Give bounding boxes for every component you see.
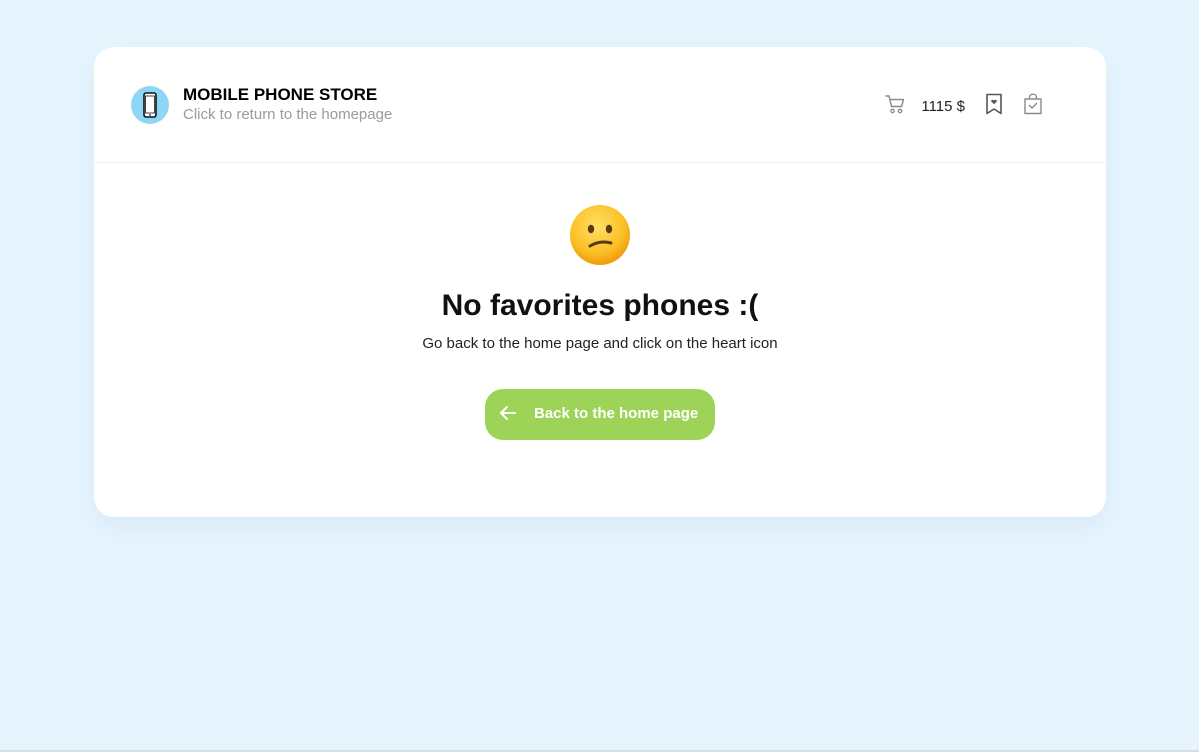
confused-face-emoji [568, 203, 632, 267]
shopping-bag-check-icon [1023, 93, 1043, 120]
header-actions: 1115 $ [885, 93, 1043, 120]
main-card: MOBILE PHONE STORE Click to return to th… [94, 47, 1106, 517]
cart-button[interactable]: 1115 $ [885, 94, 965, 119]
empty-description: Go back to the home page and click on th… [422, 335, 778, 352]
brand-subtitle: Click to return to the homepage [183, 106, 393, 123]
back-to-home-button[interactable]: Back to the home page [485, 389, 715, 440]
arrow-left-icon [499, 405, 517, 424]
bookmark-icon [985, 93, 1003, 120]
empty-state: No favorites phones :( Go back to the ho… [94, 163, 1106, 440]
mobile-phone-icon [131, 86, 169, 124]
orders-button[interactable] [1023, 93, 1043, 120]
home-link[interactable]: MOBILE PHONE STORE Click to return to th… [131, 85, 392, 125]
brand-title: MOBILE PHONE STORE [183, 85, 378, 104]
back-button-label: Back to the home page [534, 405, 699, 422]
empty-title: No favorites phones :( [441, 289, 759, 322]
favorites-button[interactable] [985, 93, 1003, 120]
header: MOBILE PHONE STORE Click to return to th… [94, 47, 1106, 163]
cart-total: 1115 $ [921, 98, 965, 115]
cart-icon [885, 94, 905, 119]
